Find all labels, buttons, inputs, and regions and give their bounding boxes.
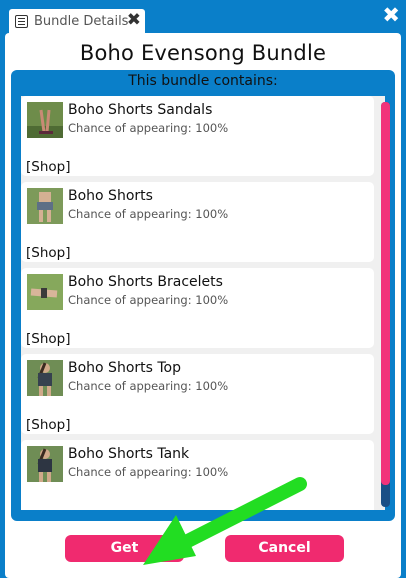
item-chance: Chance of appearing: 100%: [68, 207, 229, 221]
item-name: Boho Shorts: [68, 188, 153, 204]
shop-link[interactable]: [Shop]: [26, 417, 71, 433]
item-thumbnail: [27, 446, 63, 482]
item-name: Boho Shorts Bracelets: [68, 274, 223, 290]
item-name: Boho Shorts Sandals: [68, 102, 213, 118]
item-thumbnail: [27, 188, 63, 224]
item-chance: Chance of appearing: 100%: [68, 379, 229, 393]
document-icon: [15, 14, 28, 28]
item-thumbnail: [27, 360, 63, 396]
list-item: Boho Shorts Tank Chance of appearing: 10…: [21, 440, 374, 510]
get-button[interactable]: Get: [65, 535, 184, 562]
list-item: Boho Shorts Chance of appearing: 100% [S…: [21, 182, 374, 262]
item-thumbnail: [27, 274, 63, 310]
shop-link[interactable]: [Shop]: [26, 159, 71, 175]
list-item: Boho Shorts Top Chance of appearing: 100…: [21, 354, 374, 434]
item-thumbnail: [27, 102, 63, 138]
item-chance: Chance of appearing: 100%: [68, 293, 229, 307]
item-chance: Chance of appearing: 100%: [68, 121, 229, 135]
tab-close-icon[interactable]: ✖: [127, 12, 141, 29]
bundle-item-list[interactable]: Boho Shorts Sandals Chance of appearing:…: [21, 96, 385, 510]
contents-header: This bundle contains:: [128, 73, 278, 89]
shop-link[interactable]: [Shop]: [26, 245, 71, 261]
bundle-title: Boho Evensong Bundle: [79, 41, 327, 65]
item-name: Boho Shorts Tank: [68, 446, 190, 462]
list-item: Boho Shorts Bracelets Chance of appearin…: [21, 268, 374, 348]
bundle-panel: Boho Evensong Bundle This bundle contain…: [5, 33, 401, 578]
shop-link[interactable]: [Shop]: [26, 331, 71, 347]
list-scrollbar[interactable]: [381, 102, 390, 507]
tab-bundle-details[interactable]: Bundle Details ✖: [9, 9, 145, 33]
bundle-details-window: Bundle Details ✖ ✖ Boho Evensong Bundle …: [0, 0, 406, 578]
list-item: Boho Shorts Sandals Chance of appearing:…: [21, 96, 374, 176]
window-close-icon[interactable]: ✖: [382, 5, 400, 26]
cancel-button[interactable]: Cancel: [225, 535, 344, 562]
item-name: Boho Shorts Top: [68, 360, 181, 376]
tab-label: Bundle Details: [34, 13, 129, 29]
item-chance: Chance of appearing: 100%: [68, 465, 229, 479]
scrollbar-thumb[interactable]: [381, 102, 390, 485]
bundle-contents: This bundle contains: Boho Shorts Sandal…: [11, 70, 395, 521]
